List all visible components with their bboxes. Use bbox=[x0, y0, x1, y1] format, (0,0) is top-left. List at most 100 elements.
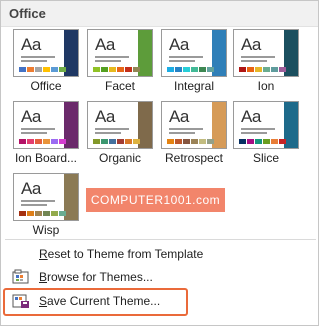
color-swatch bbox=[271, 67, 278, 72]
theme-office[interactable]: Aa Office bbox=[13, 29, 79, 95]
theme-ion[interactable]: Aa Ion bbox=[233, 29, 299, 95]
theme-integral[interactable]: Aa Integral bbox=[161, 29, 227, 95]
theme-name-label: Ion Board... bbox=[14, 151, 78, 165]
color-swatch bbox=[279, 67, 286, 72]
reset-theme-label-key: R bbox=[39, 247, 48, 261]
color-swatch bbox=[35, 67, 42, 72]
color-swatch bbox=[263, 139, 270, 144]
theme-sample-lines bbox=[21, 128, 55, 136]
color-swatch bbox=[93, 67, 100, 72]
theme-sample-text: Aa bbox=[95, 107, 115, 126]
theme-ion-boardroom[interactable]: Aa Ion Board... bbox=[13, 101, 79, 167]
theme-wisp[interactable]: Aa Wisp bbox=[13, 173, 79, 239]
reset-theme-menu-item[interactable]: Reset to Theme from Template bbox=[2, 242, 316, 266]
color-swatch bbox=[199, 139, 206, 144]
color-swatch bbox=[101, 139, 108, 144]
theme-name-label: Integral bbox=[173, 79, 215, 93]
color-swatch bbox=[59, 67, 66, 72]
theme-name-label: Wisp bbox=[32, 223, 60, 237]
browse-themes-label: Browse for Themes... bbox=[39, 270, 153, 284]
browse-themes-menu-item[interactable]: Browse for Themes... bbox=[2, 265, 316, 289]
color-swatch bbox=[27, 211, 34, 216]
theme-sample-lines bbox=[169, 56, 203, 64]
browse-folder-icon bbox=[12, 269, 29, 284]
color-swatch bbox=[19, 211, 26, 216]
color-swatch bbox=[109, 67, 116, 72]
color-swatch bbox=[191, 139, 198, 144]
color-swatch bbox=[59, 211, 66, 216]
color-swatch bbox=[207, 67, 214, 72]
themes-gallery-panel: Office Aa Office Aa Facet Aa Integral Aa Ion Aa I… bbox=[0, 0, 319, 326]
color-swatch bbox=[117, 67, 124, 72]
theme-color-swatches bbox=[167, 67, 215, 72]
theme-organic[interactable]: Aa Organic bbox=[87, 101, 153, 167]
theme-name-label: Slice bbox=[252, 151, 279, 165]
theme-retrospect[interactable]: Aa Retrospect bbox=[161, 101, 227, 167]
color-swatch bbox=[191, 67, 198, 72]
color-swatch bbox=[175, 139, 182, 144]
reset-theme-label-rest: eset to Theme from Template bbox=[47, 247, 204, 261]
color-swatch bbox=[19, 67, 26, 72]
color-swatch bbox=[175, 67, 182, 72]
color-swatch bbox=[35, 211, 42, 216]
color-swatch bbox=[271, 139, 278, 144]
theme-color-swatches bbox=[19, 139, 67, 144]
theme-thumbnail: Aa bbox=[233, 101, 299, 149]
theme-sample-text: Aa bbox=[169, 107, 189, 126]
color-swatch bbox=[109, 139, 116, 144]
color-swatch bbox=[117, 139, 124, 144]
menu-separator bbox=[5, 239, 316, 240]
theme-name-label: Ion bbox=[257, 79, 275, 93]
color-swatch bbox=[19, 139, 26, 144]
gallery-section-header: Office bbox=[1, 1, 318, 27]
theme-thumbnail: Aa bbox=[13, 173, 79, 221]
reset-theme-label: Reset to Theme from Template bbox=[39, 247, 203, 261]
theme-color-swatches bbox=[239, 67, 287, 72]
color-swatch bbox=[183, 139, 190, 144]
color-swatch bbox=[199, 67, 206, 72]
color-swatch bbox=[255, 139, 262, 144]
color-swatch bbox=[59, 139, 66, 144]
color-swatch bbox=[133, 139, 140, 144]
color-swatch bbox=[43, 211, 50, 216]
color-swatch bbox=[167, 67, 174, 72]
theme-sample-lines bbox=[21, 56, 55, 64]
section-title: Office bbox=[9, 6, 46, 21]
theme-sample-lines bbox=[95, 56, 129, 64]
theme-sample-lines bbox=[241, 128, 275, 136]
theme-sample-text: Aa bbox=[21, 35, 41, 54]
save-theme-highlight-box bbox=[3, 288, 188, 316]
color-swatch bbox=[183, 67, 190, 72]
theme-thumbnail: Aa bbox=[87, 101, 153, 149]
theme-slice[interactable]: Aa Slice bbox=[233, 101, 299, 167]
theme-thumbnail: Aa bbox=[13, 101, 79, 149]
color-swatch bbox=[239, 139, 246, 144]
watermark: COMPUTER1001.com bbox=[86, 188, 225, 212]
theme-color-swatches bbox=[167, 139, 215, 144]
browse-themes-label-key: B bbox=[39, 270, 48, 284]
theme-sample-text: Aa bbox=[21, 107, 41, 126]
theme-color-swatches bbox=[93, 139, 141, 144]
browse-themes-label-rest: rowse for Themes... bbox=[47, 270, 153, 284]
color-swatch bbox=[27, 67, 34, 72]
color-swatch bbox=[167, 139, 174, 144]
theme-facet[interactable]: Aa Facet bbox=[87, 29, 153, 95]
theme-thumbnail: Aa bbox=[13, 29, 79, 77]
theme-color-swatches bbox=[19, 211, 67, 216]
color-swatch bbox=[279, 139, 286, 144]
theme-sample-lines bbox=[21, 200, 55, 208]
theme-sample-text: Aa bbox=[241, 107, 261, 126]
color-swatch bbox=[263, 67, 270, 72]
color-swatch bbox=[207, 139, 214, 144]
theme-sample-lines bbox=[95, 128, 129, 136]
theme-thumbnail: Aa bbox=[233, 29, 299, 77]
color-swatch bbox=[27, 139, 34, 144]
theme-color-swatches bbox=[19, 67, 67, 72]
color-swatch bbox=[35, 139, 42, 144]
theme-sample-text: Aa bbox=[95, 35, 115, 54]
theme-sample-lines bbox=[241, 56, 275, 64]
theme-sample-lines bbox=[169, 128, 203, 136]
color-swatch bbox=[255, 67, 262, 72]
theme-sample-text: Aa bbox=[169, 35, 189, 54]
theme-thumbnail: Aa bbox=[161, 29, 227, 77]
